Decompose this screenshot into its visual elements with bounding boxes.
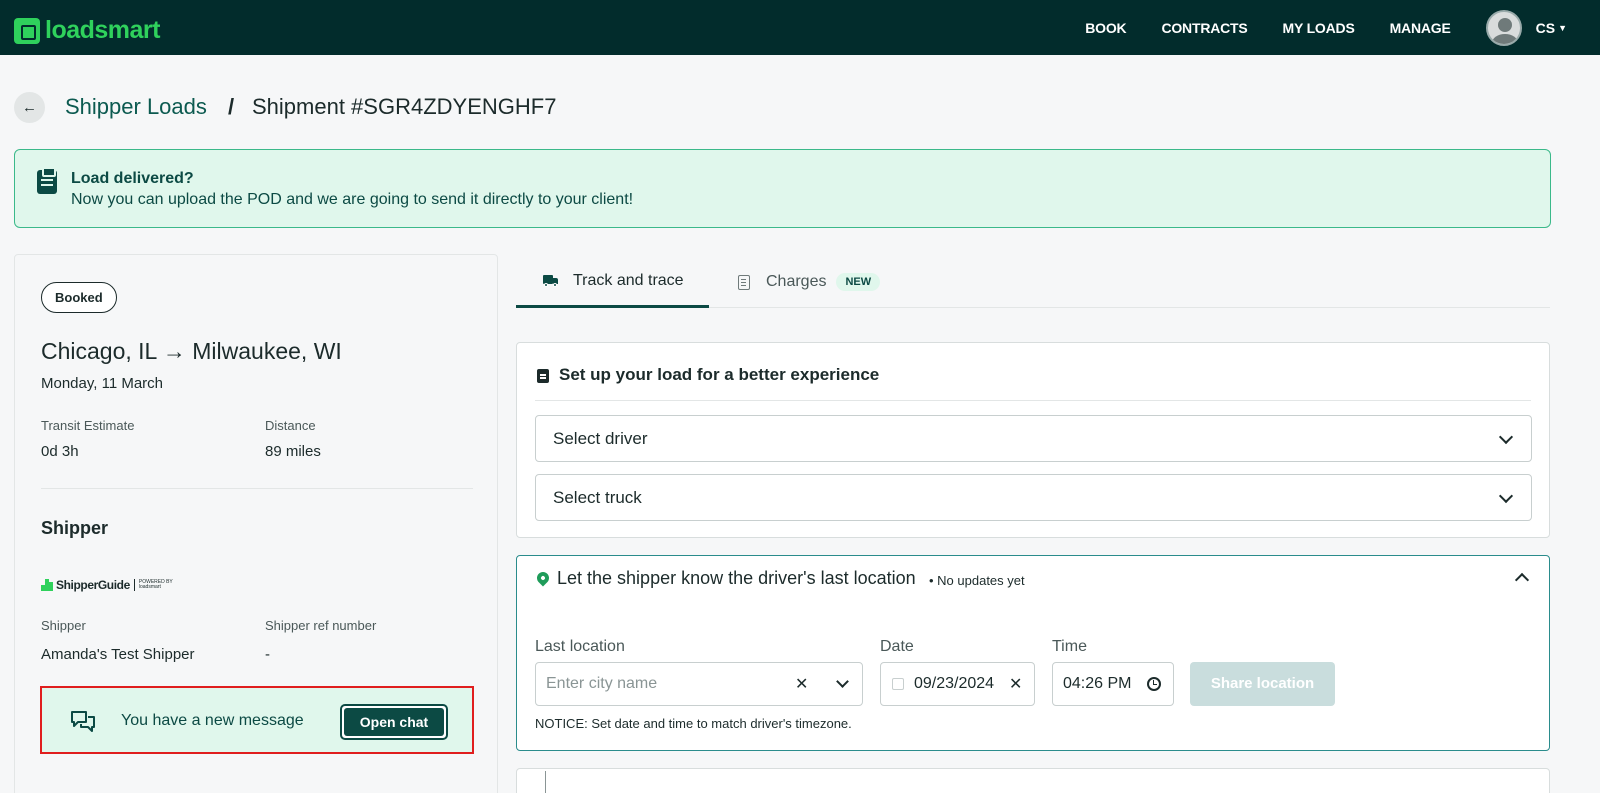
open-chat-button[interactable]: Open chat [340,704,448,740]
breadcrumb-shipper-loads[interactable]: Shipper Loads [65,94,207,120]
new-badge: NEW [836,273,881,291]
nav-my-loads[interactable]: MY LOADS [1283,20,1355,36]
clear-date-icon[interactable]: ✕ [1009,674,1022,694]
chevron-up-icon[interactable] [1514,572,1530,588]
select-truck-label: Select truck [553,488,642,507]
last-location-input[interactable]: Enter city name ✕ [535,662,863,706]
shipperguide-mark-icon [41,579,53,591]
shipper-section-title: Shipper [41,518,109,538]
next-panel [516,768,1550,793]
location-pin-icon [534,569,552,587]
page-title: Shipment #SGR4ZDYENGHF7 [252,94,557,119]
location-status: • No updates yet [929,573,1025,588]
date-value: 09/23/2024 [914,675,995,692]
distance-value: 89 miles [265,443,321,460]
nav-book[interactable]: BOOK [1085,20,1126,36]
tab-track-label: Track and trace [573,271,684,289]
tab-charges[interactable]: Charges NEW [738,256,881,308]
date-input[interactable]: 09/23/2024 ✕ [880,662,1035,706]
time-value: 04:26 PM [1063,675,1132,692]
tabs: Track and trace Charges NEW [516,256,1550,308]
clipboard-icon [537,369,549,383]
distance-label: Distance [265,418,316,433]
select-driver-label: Select driver [553,429,648,448]
pickup-date: Monday, 11 March [41,375,163,392]
truck-icon [543,274,559,287]
last-location-label: Last location [535,638,625,655]
banner-text: Now you can upload the POD and we are go… [71,191,634,208]
location-title: Let the shipper know the driver's last l… [557,568,916,588]
load-summary-card: Booked Chicago, IL → Milwaukee, WI Monda… [14,254,498,793]
shipperguide-logo-text: ShipperGuide [56,578,130,592]
user-menu[interactable]: CS ▼ [1536,20,1567,36]
brand-name: loadsmart [45,16,160,44]
new-message-box: You have a new message Open chat [40,686,474,754]
scrollbar[interactable] [1568,55,1600,793]
share-location-button[interactable]: Share location [1190,662,1335,706]
chevron-down-icon [1498,488,1514,504]
tab-charges-label: Charges [766,273,827,290]
new-message-text: You have a new message [121,712,304,729]
date-label: Date [880,638,914,655]
route: Chicago, IL → Milwaukee, WI [41,338,342,364]
avatar[interactable] [1485,9,1522,46]
divider [535,400,1531,401]
logo-powered-brand: loadsmart [138,584,161,590]
select-truck[interactable]: Select truck [535,474,1532,521]
timezone-notice: NOTICE: Set date and time to match drive… [535,716,852,731]
back-button[interactable]: ← [14,92,45,123]
nav-menu: BOOK CONTRACTS MY LOADS MANAGE CS ▼ [1085,0,1600,55]
pod-banner: Load delivered? Now you can upload the P… [14,149,1551,228]
loadsmart-logo[interactable]: loadsmart [14,16,160,45]
tab-track-and-trace[interactable]: Track and trace [516,256,709,308]
status-badge: Booked [41,282,117,313]
breadcrumb-separator: / [228,94,235,119]
calendar-icon [892,678,904,690]
clear-icon[interactable]: ✕ [795,674,808,694]
transit-label: Transit Estimate [41,418,135,433]
logo-icon [14,17,40,44]
time-input[interactable]: 04:26 PM [1052,662,1174,706]
top-nav: loadsmart BOOK CONTRACTS MY LOADS MANAGE… [0,0,1600,55]
divider [41,488,473,489]
chevron-down-icon [1498,429,1514,445]
setup-panel: Set up your load for a better experience… [516,342,1550,538]
chat-icon [71,711,95,732]
arrow-left-icon: ← [22,99,37,116]
driver-location-panel: Let the shipper know the driver's last l… [516,555,1550,751]
select-driver[interactable]: Select driver [535,415,1532,462]
caret-down-icon: ▼ [1558,22,1567,33]
receipt-icon [738,274,750,290]
setup-title: Set up your load for a better experience [559,365,880,384]
clock-icon[interactable] [1147,677,1161,691]
transit-value: 0d 3h [41,443,79,460]
nav-contracts[interactable]: CONTRACTS [1161,20,1247,36]
shipper-label: Shipper [41,618,86,633]
shipper-ref-value: - [265,646,270,663]
time-label: Time [1052,638,1087,655]
nav-manage[interactable]: MANAGE [1390,20,1451,36]
shipper-value: Amanda's Test Shipper [41,646,195,663]
chevron-down-icon[interactable] [836,675,849,688]
user-initials: CS [1535,19,1556,36]
shipperguide-logo: ShipperGuide POWERED BY loadsmart [41,578,173,592]
shipper-ref-label: Shipper ref number [265,618,377,633]
clipboard-icon [37,167,57,194]
open-chat-label: Open chat [344,708,444,736]
last-location-placeholder: Enter city name [546,675,658,692]
banner-title: Load delivered? [71,170,194,187]
